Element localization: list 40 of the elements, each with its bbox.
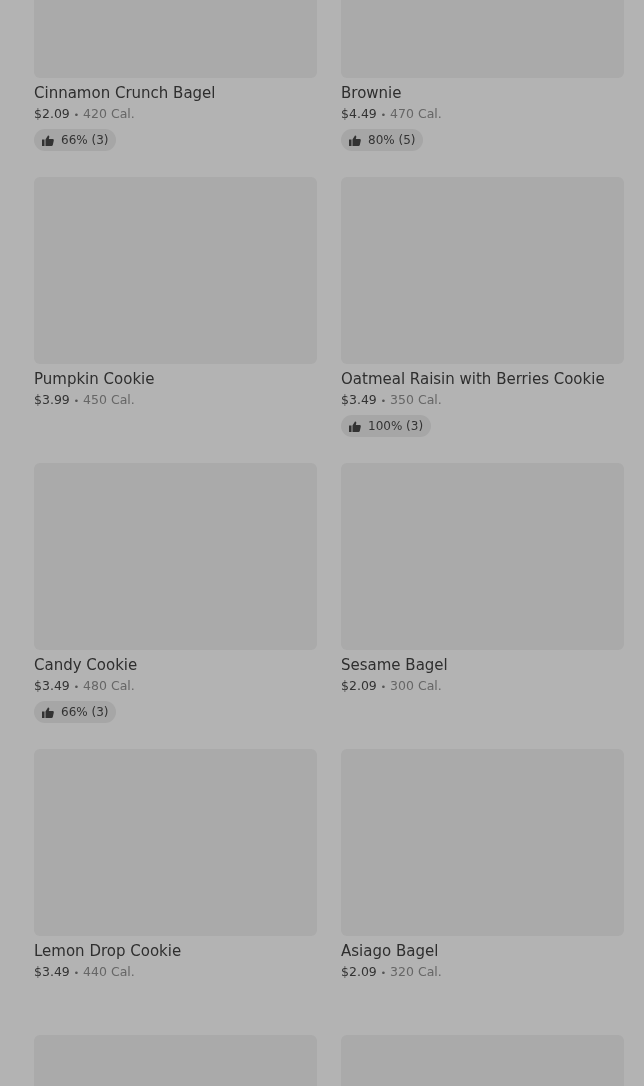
item-price: $3.99 <box>34 392 70 407</box>
separator-dot: • <box>380 396 387 406</box>
item-calories: 350 Cal. <box>390 392 442 407</box>
item-calories: 300 Cal. <box>390 678 442 693</box>
separator-dot: • <box>73 110 80 120</box>
item-name[interactable]: Pumpkin Cookie <box>34 369 317 389</box>
item-calories: 470 Cal. <box>390 106 442 121</box>
item-price: $2.09 <box>341 964 377 979</box>
thumbs-up-icon <box>349 420 361 432</box>
thumbs-up-icon <box>349 134 361 146</box>
item-calories: 440 Cal. <box>83 964 135 979</box>
item-name[interactable]: Cinnamon Crunch Bagel <box>34 83 317 103</box>
item-calories: 320 Cal. <box>390 964 442 979</box>
item-calories: 480 Cal. <box>83 678 135 693</box>
item-calories: 450 Cal. <box>83 392 135 407</box>
item-price: $2.09 <box>34 106 70 121</box>
item-price: $3.49 <box>34 678 70 693</box>
separator-dot: • <box>73 968 80 978</box>
rating-text: 66% (3) <box>61 704 109 721</box>
item-price: $4.49 <box>341 106 377 121</box>
item-price: $3.49 <box>34 964 70 979</box>
thumbs-up-icon <box>42 134 54 146</box>
item-name[interactable]: Asiago Bagel <box>341 941 624 961</box>
item-name[interactable]: Oatmeal Raisin with Berries Cookie <box>341 369 624 389</box>
separator-dot: • <box>380 968 387 978</box>
item-calories: 420 Cal. <box>83 106 135 121</box>
separator-dot: • <box>380 110 387 120</box>
thumbs-up-icon <box>42 706 54 718</box>
separator-dot: • <box>380 682 387 692</box>
item-name[interactable]: Candy Cookie <box>34 655 317 675</box>
item-name[interactable]: Brownie <box>341 83 624 103</box>
separator-dot: • <box>73 396 80 406</box>
item-price: $2.09 <box>341 678 377 693</box>
rating-text: 100% (3) <box>368 418 424 435</box>
rating-text: 66% (3) <box>61 132 109 149</box>
rating-text: 80% (5) <box>368 132 416 149</box>
item-price: $3.49 <box>341 392 377 407</box>
item-name[interactable]: Lemon Drop Cookie <box>34 941 317 961</box>
item-name[interactable]: Sesame Bagel <box>341 655 624 675</box>
separator-dot: • <box>73 682 80 692</box>
